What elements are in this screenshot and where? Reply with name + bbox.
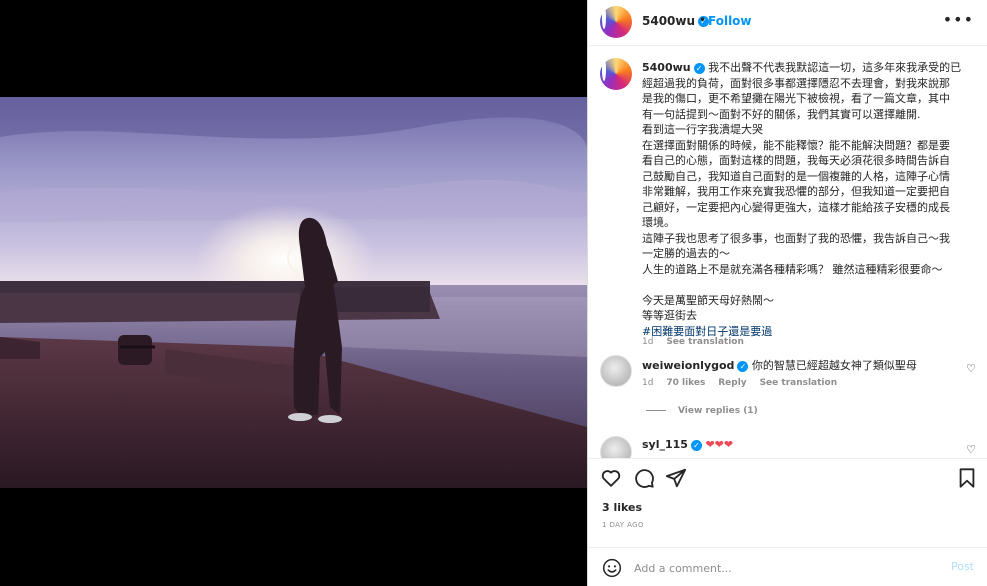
post-date: 1 DAY AGO — [602, 521, 644, 529]
post-photo[interactable] — [0, 97, 587, 488]
commenter-avatar[interactable] — [600, 436, 632, 458]
caption-author-avatar[interactable] — [600, 58, 632, 90]
caption-line: 5400wu ✓ 我不出聲不代表我默認這一切，這多年來我承受的已 — [642, 60, 962, 76]
caption-time: 1d — [642, 337, 654, 347]
follow-button[interactable]: Follow — [708, 14, 752, 28]
caption-text: 5400wu ✓ 我不出聲不代表我默認這一切，這多年來我承受的已 經超過我的負荷，… — [642, 60, 962, 339]
comment-see-translation-button[interactable]: See translation — [760, 378, 838, 388]
separator-dot: • — [699, 13, 707, 27]
caption-username[interactable]: 5400wu — [642, 61, 691, 74]
caption-line: 在選擇面對關係的時候，能不能釋懷？能不能解決問題？都是要 — [642, 138, 950, 152]
comment-body-hearts: ❤❤❤ — [705, 438, 734, 451]
caption-line: 這陣子我也思考了很多事，也面對了我的恐懼，我告訴自己～我 — [642, 231, 950, 245]
post-header: 5400wu ✓ • Follow ••• — [588, 0, 987, 46]
verified-badge-icon: ✓ — [737, 360, 749, 372]
view-replies-button[interactable]: View replies (1) — [646, 406, 758, 416]
caption-line: 非常難解，我用工作來充實我恐懼的部分，但我知道一定要把自 — [642, 185, 950, 198]
caption-line: 看自己的心態，面對這樣的問題，我每天必須花很多時間告訴自 — [642, 154, 950, 167]
comment-reply-button[interactable]: Reply — [718, 378, 746, 388]
comment-body: 你的智慧已經超越女神了類似聖母 — [751, 359, 917, 372]
comment-time: 1d — [642, 378, 654, 388]
comment-text: syl_115 ✓ ❤❤❤ — [642, 437, 960, 453]
comment-text: weiweionlygod ✓ 你的智慧已經超越女神了類似聖母 — [642, 358, 960, 374]
author-username: 5400wu — [642, 14, 696, 28]
caption-line: 一定勝的過去的～ — [642, 247, 730, 260]
share-paper-plane-icon[interactable] — [665, 467, 687, 489]
caption-line: 經超過我的負荷，面對很多事都選擇隱忍不去理會，對我來說那 — [642, 76, 950, 90]
caption-line: 等等逛街去 — [642, 309, 697, 322]
caption-line: 今天是萬聖節天母好熱鬧～ — [642, 293, 774, 307]
author-avatar[interactable] — [600, 6, 632, 38]
add-comment-input[interactable] — [634, 558, 924, 578]
caption-line: 是我的傷口，更不希望攤在陽光下被檢視，看了一篇文章，其中 — [642, 92, 950, 105]
caption-line: 有一句話提到～面對不好的關係，我們其實可以選擇離開. — [642, 107, 921, 121]
comment-bubble-icon[interactable] — [633, 467, 655, 489]
comment-likes-count[interactable]: 70 likes — [666, 378, 705, 388]
save-bookmark-icon[interactable] — [956, 467, 978, 489]
post-actions-section: 3 likes 1 DAY AGO Post — [588, 458, 987, 586]
caption-line: 環境。 — [642, 216, 675, 229]
verified-badge-icon: ✓ — [690, 439, 702, 451]
caption-line-text: 我不出聲不代表我默認這一切，這多年來我承受的已 — [708, 61, 962, 74]
add-comment-bar: Post — [588, 547, 987, 586]
comment-like-heart-icon[interactable]: ♡ — [966, 443, 976, 456]
comment-meta: 1d 70 likes Reply See translation — [642, 378, 847, 388]
caption-line: 人生的道路上不是就充滿各種精彩嗎？ 雖然這種精彩很要命～ — [642, 262, 943, 276]
view-replies-label: View replies (1) — [678, 406, 758, 416]
caption-line: 己顧好，一定要把內心變得更強大，這樣才能給孩子安穩的成長 — [642, 200, 950, 214]
post-details-panel: 5400wu ✓ • Follow ••• 5400wu ✓ 我不出聲不代表我默認這… — [587, 0, 987, 586]
comments-list[interactable]: 5400wu ✓ 我不出聲不代表我默認這一切，這多年來我承受的已 經超過我的負荷，… — [588, 46, 987, 458]
verified-badge-icon: ✓ — [693, 62, 705, 74]
emoji-smiley-icon[interactable] — [602, 558, 622, 578]
commenter-username[interactable]: syl_115 — [642, 438, 688, 451]
caption-line: 看到這一行字我潰堤大哭 — [642, 123, 763, 136]
likes-count[interactable]: 3 likes — [602, 501, 642, 514]
commenter-username[interactable]: weiweionlygod — [642, 359, 734, 372]
comment-like-heart-icon[interactable]: ♡ — [966, 362, 976, 375]
sunset-photo-image — [0, 97, 587, 488]
replies-divider — [646, 410, 666, 411]
post-comment-button[interactable]: Post — [951, 560, 974, 573]
caption-see-translation-button[interactable]: See translation — [666, 337, 744, 347]
commenter-avatar[interactable] — [600, 355, 632, 387]
post-media-panel — [0, 0, 587, 586]
more-options-icon[interactable]: ••• — [943, 10, 974, 29]
caption-line: 己鼓勵自己，我知道自己面對的是一個複雜的人格，這陣子心情 — [642, 169, 950, 183]
caption-meta: 1d See translation — [642, 337, 754, 347]
like-heart-icon[interactable] — [600, 467, 622, 489]
